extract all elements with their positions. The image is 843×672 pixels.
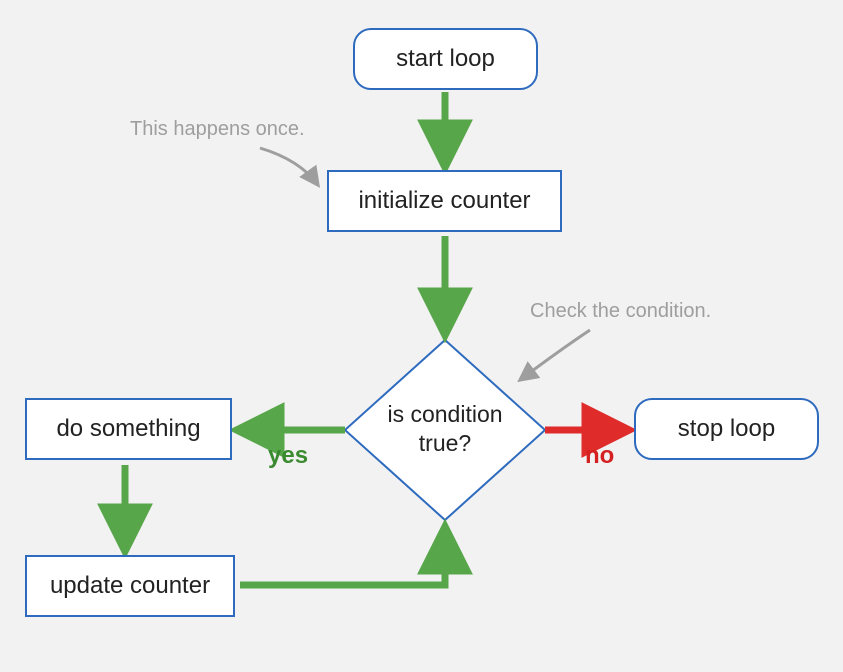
node-condition-text: is condition true? — [365, 400, 525, 458]
node-stop: stop loop — [634, 398, 819, 460]
edge-update-to-condition — [240, 528, 445, 585]
edge-label-yes: yes — [268, 442, 308, 470]
node-initialize-label: initialize counter — [358, 187, 530, 216]
node-condition-line2: true? — [419, 430, 471, 456]
annot-check-arrow — [520, 330, 590, 380]
node-do-something: do something — [25, 398, 232, 460]
annotation-once: This happens once. — [130, 118, 305, 141]
node-start-label: start loop — [396, 45, 495, 74]
node-stop-label: stop loop — [678, 415, 775, 444]
annotation-check: Check the condition. — [530, 300, 711, 323]
node-condition-line1: is condition — [387, 401, 502, 427]
node-update-label: update counter — [50, 572, 210, 601]
node-do-label: do something — [56, 415, 200, 444]
annot-once-arrow — [260, 148, 318, 185]
node-start: start loop — [353, 28, 538, 90]
edge-label-no: no — [585, 442, 614, 470]
flowchart-canvas: start loop initialize counter is conditi… — [0, 0, 843, 672]
node-initialize: initialize counter — [327, 170, 562, 232]
node-update-counter: update counter — [25, 555, 235, 617]
